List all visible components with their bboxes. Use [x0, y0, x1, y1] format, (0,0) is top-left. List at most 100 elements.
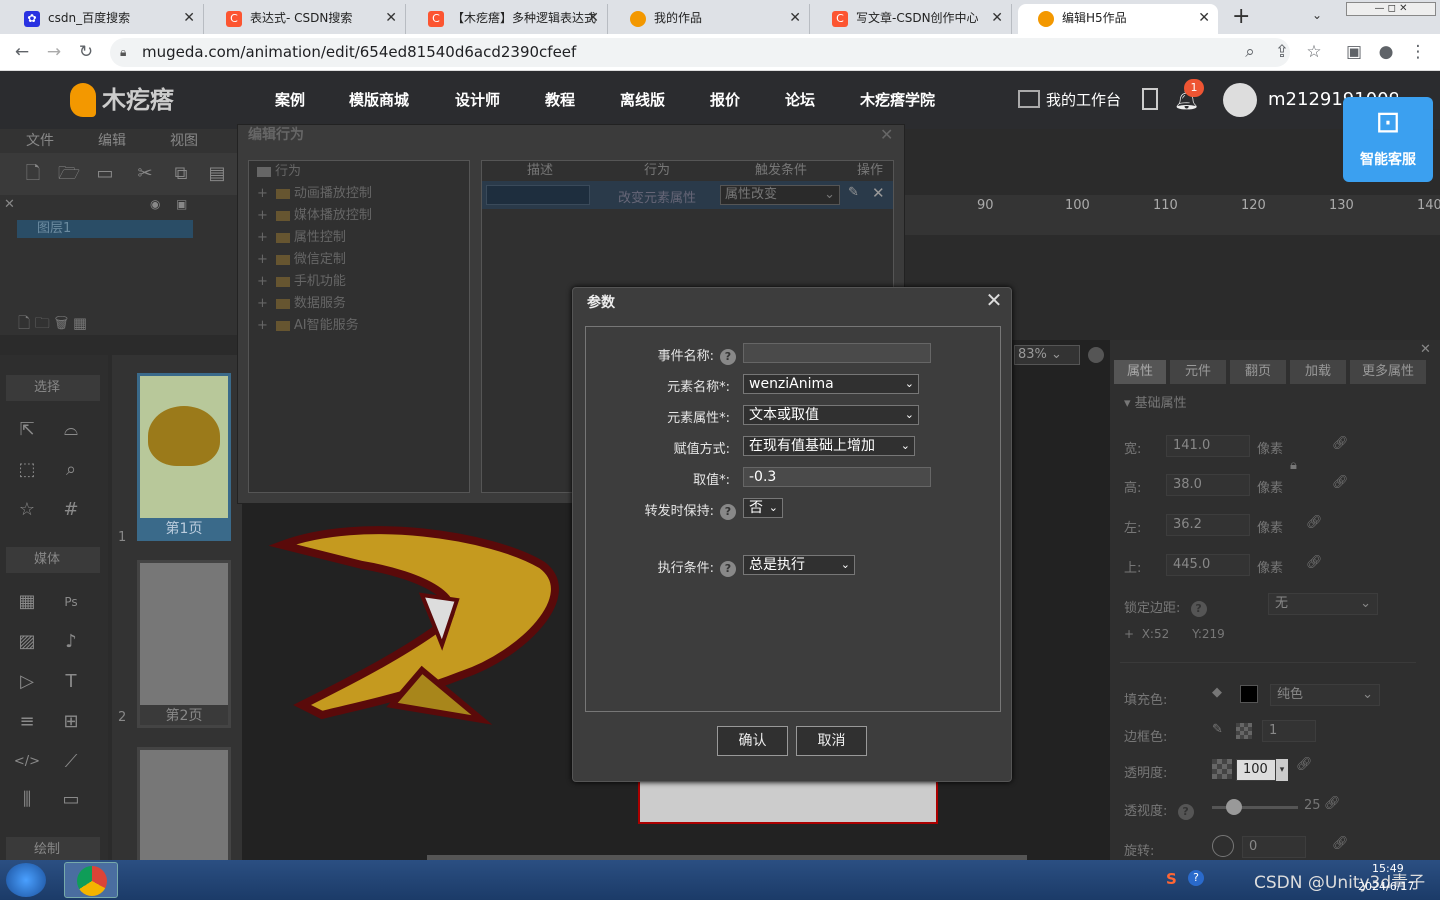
link-icon[interactable]: 🔗︎ [1332, 475, 1349, 490]
start-button[interactable] [6, 863, 46, 897]
site-logo[interactable]: 木疙瘩 [102, 83, 174, 117]
fill-type-select[interactable]: 纯色 ⌄ [1270, 684, 1380, 706]
close-icon[interactable]: ✕ [991, 4, 1003, 32]
link-icon[interactable]: 🔗︎ [1306, 555, 1323, 570]
cut-icon[interactable]: ✂ [132, 161, 158, 187]
open-folder-icon[interactable]: 🗁 [56, 161, 82, 187]
nav-academy[interactable]: 木疙瘩学院 [860, 71, 935, 129]
add-layer-icon[interactable]: 🗋 🗀 🗑 ▦ [18, 313, 87, 338]
tab-properties[interactable]: 属性 [1114, 360, 1166, 384]
menu-view[interactable]: 视图 [170, 129, 198, 153]
tab-csdn-search[interactable]: C 表达式- CSDN搜索 ✕ [206, 4, 406, 34]
tree-item-ai[interactable]: + AI智能服务 [257, 315, 359, 337]
slideshow-icon[interactable]: ⫼ [12, 785, 42, 815]
nav-tutorial[interactable]: 教程 [545, 71, 575, 129]
star-icon[interactable]: ☆ [1300, 38, 1328, 66]
help-icon[interactable] [1088, 347, 1104, 363]
tab-loading[interactable]: 加载 [1290, 360, 1346, 384]
fill-color-swatch[interactable] [1240, 685, 1258, 703]
help-icon[interactable]: ? [720, 560, 736, 577]
star-icon[interactable]: ☆ [12, 495, 42, 525]
opacity-input[interactable]: 100 [1236, 759, 1276, 781]
confirm-button[interactable]: 确认 [717, 726, 788, 756]
tree-item-mobile[interactable]: + 手机功能 [257, 271, 346, 293]
layer-row[interactable]: 图层1 [17, 220, 193, 238]
rotate-dial-icon[interactable] [1212, 835, 1234, 857]
photoshop-icon[interactable]: Ps [56, 587, 86, 617]
zoom-icon[interactable]: ⌕ [1236, 38, 1264, 66]
perspective-slider-track[interactable] [1212, 806, 1298, 809]
paragraph-icon[interactable]: ≡ [12, 707, 42, 737]
help-icon[interactable]: ? [720, 348, 736, 365]
back-icon[interactable]: ← [8, 38, 36, 66]
window-controls[interactable]: — ◻ ✕ [1346, 2, 1436, 16]
nav-cases[interactable]: 案例 [275, 71, 305, 129]
lock-edge-select[interactable]: 无 ⌄ [1268, 593, 1378, 615]
close-icon[interactable]: ✕ [1420, 342, 1431, 357]
tab-more-properties[interactable]: 更多属性 [1350, 360, 1426, 384]
close-icon[interactable]: ✕ [1198, 4, 1210, 32]
section-select[interactable]: 选择 [6, 375, 100, 401]
share-icon[interactable]: ⇪ [1268, 38, 1296, 66]
zoom-select[interactable]: 83% ⌄ [1014, 345, 1080, 365]
link-icon[interactable]: 🔗︎ [1332, 436, 1349, 451]
nav-designer[interactable]: 设计师 [455, 71, 500, 129]
video-icon[interactable]: ▷ [12, 667, 42, 697]
code-icon[interactable]: </> [12, 747, 42, 777]
tree-item-media[interactable]: + 媒体播放控制 [257, 205, 372, 227]
element-property-select[interactable]: 文本或取值 ⌄ [743, 405, 919, 425]
cancel-button[interactable]: 取消 [796, 726, 867, 756]
section-media[interactable]: 媒体 [6, 547, 100, 573]
close-icon[interactable]: ✕ [385, 4, 397, 32]
tab-components[interactable]: 元件 [1170, 360, 1226, 384]
event-name-input[interactable] [743, 343, 931, 363]
tab-page-turn[interactable]: 翻页 [1230, 360, 1286, 384]
lock-icon[interactable]: ▣ [176, 197, 187, 211]
section-basic-properties[interactable]: ▾ 基础属性 [1124, 392, 1187, 411]
assign-mode-select[interactable]: 在现有值基础上增加 ⌄ [743, 436, 915, 456]
delete-icon[interactable]: ✕ [872, 184, 885, 202]
page-thumbnail-1[interactable]: 第1页 [137, 373, 231, 541]
apps-icon[interactable]: ▦ [12, 587, 42, 617]
close-icon[interactable]: ✕ [587, 4, 599, 32]
lock-icon[interactable]: 🔒︎ [1290, 458, 1297, 473]
grid-icon[interactable]: # [56, 495, 86, 525]
tree-root[interactable]: 行为 [257, 161, 301, 183]
height-input[interactable]: 38.0 [1166, 474, 1250, 496]
border-width-input[interactable]: 1 [1262, 720, 1316, 742]
page-thumbnail-2[interactable]: 第2页 [137, 560, 231, 728]
exec-condition-select[interactable]: 总是执行 ⌄ [743, 555, 855, 575]
paste-icon[interactable]: ▤ [204, 161, 230, 187]
link-icon[interactable]: 🔗︎ [1306, 515, 1323, 530]
text-element[interactable] [638, 780, 938, 824]
pointer-icon[interactable]: ⇱ [12, 415, 42, 445]
rotate-input[interactable]: 0 [1242, 836, 1306, 858]
close-icon[interactable]: ✕ [789, 4, 801, 32]
tab-csdn-write[interactable]: C 写文章-CSDN创作中心 ✕ [812, 4, 1012, 34]
link-icon[interactable]: 🔗︎ [1324, 796, 1341, 811]
tab-my-works[interactable]: 我的作品 ✕ [610, 4, 810, 34]
close-icon[interactable]: ✕ [183, 4, 195, 32]
nav-template-store[interactable]: 模版商城 [349, 71, 409, 129]
frame-icon[interactable]: ⊞ [56, 707, 86, 737]
close-icon[interactable]: ✕ [4, 197, 15, 212]
profile-icon[interactable]: ● [1372, 38, 1400, 66]
tree-item-property[interactable]: + 属性控制 [257, 227, 346, 249]
close-icon[interactable]: ✕ [880, 125, 893, 144]
help-tray-icon[interactable]: ? [1188, 870, 1204, 886]
table-row[interactable]: 改变元素属性 属性改变 ⌄ ✎ ✕ [482, 181, 893, 209]
clipboard-icon[interactable] [1142, 88, 1158, 110]
new-tab-button[interactable]: + [1232, 4, 1250, 29]
sogou-icon[interactable]: S [1166, 870, 1177, 888]
copy-icon[interactable]: ⧉ [168, 161, 194, 187]
width-input[interactable]: 141.0 [1166, 435, 1250, 457]
nav-forum[interactable]: 论坛 [785, 71, 815, 129]
tab-edit-h5[interactable]: 编辑H5作品 ✕ [1018, 4, 1218, 34]
chart-icon[interactable]: ⟋ [56, 747, 86, 777]
image-icon[interactable]: ▨ [12, 627, 42, 657]
tab-baidu[interactable]: ✿ csdn_百度搜索 ✕ [4, 4, 204, 34]
new-file-icon[interactable]: 🗋 [20, 161, 46, 187]
close-icon[interactable]: ✕ [983, 289, 1005, 311]
link-icon[interactable]: 🔗︎ [1332, 836, 1349, 851]
chrome-taskbar-button[interactable] [64, 862, 118, 898]
